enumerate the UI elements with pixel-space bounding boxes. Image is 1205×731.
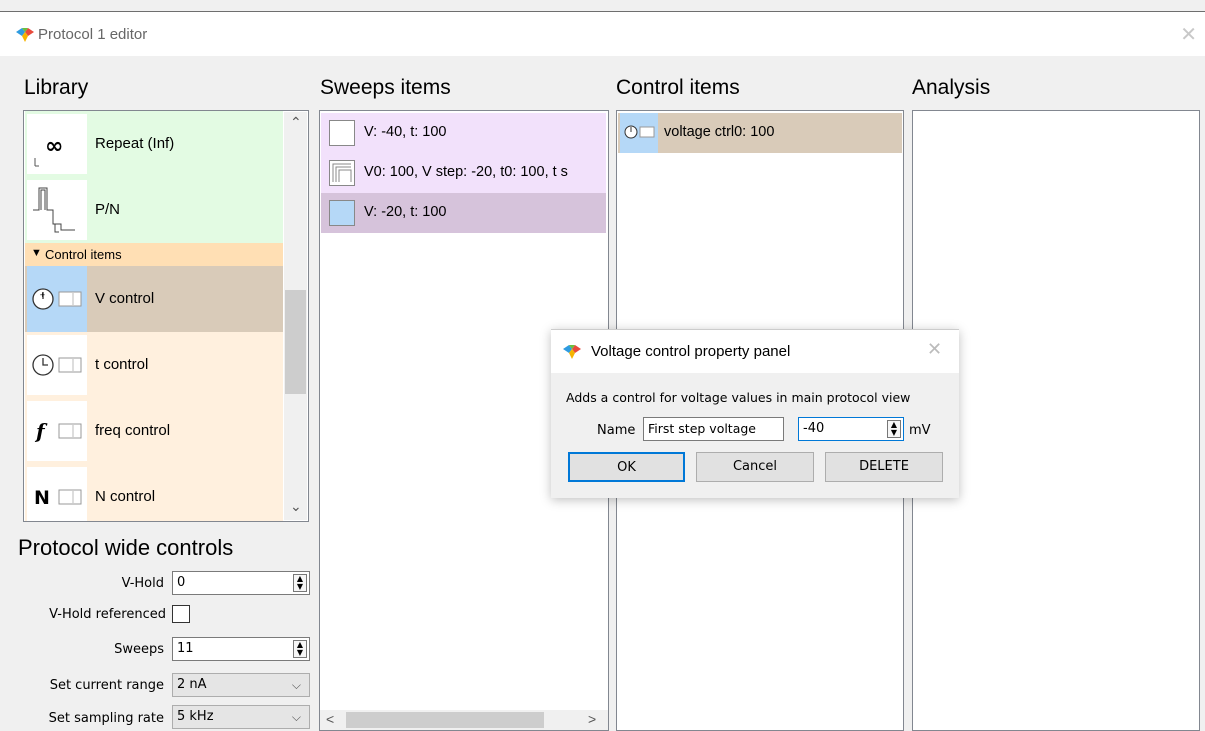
- chevron-down-icon: ⌵: [291, 710, 301, 724]
- close-icon[interactable]: ✕: [927, 339, 942, 360]
- voltage-control-property-dialog: Voltage control property panel ✕ Adds a …: [551, 329, 959, 498]
- library-control-label: t control: [95, 356, 149, 373]
- library-heading: Library: [24, 76, 89, 99]
- dialog-description: Adds a control for voltage values in mai…: [566, 390, 911, 405]
- library-control-t[interactable]: t control: [25, 332, 283, 398]
- svg-text:∞: ∞: [45, 134, 63, 159]
- library-control-n[interactable]: N N control: [25, 464, 283, 521]
- library-item-repeat[interactable]: ∞ Repeat (Inf): [25, 111, 283, 177]
- sweep-item[interactable]: V: -40, t: 100: [321, 113, 606, 153]
- sweeps-hscrollbar[interactable]: < >: [320, 710, 608, 730]
- cancel-button[interactable]: Cancel: [696, 452, 814, 482]
- protocol-wide-heading: Protocol wide controls: [18, 535, 234, 560]
- spin-arrows-icon[interactable]: ▲ ▼: [887, 420, 901, 438]
- voltage-gauge-icon: +: [27, 266, 87, 332]
- title-bar: Protocol 1 editor ✕: [0, 12, 1205, 56]
- app-logo-icon: [563, 345, 581, 364]
- scroll-right-icon[interactable]: >: [588, 711, 596, 727]
- sweeps-spinbox[interactable]: 11 ▲ ▼: [172, 637, 310, 661]
- library-item-label: Repeat (Inf): [95, 135, 175, 152]
- spin-arrows-icon[interactable]: ▲ ▼: [293, 640, 307, 658]
- vhold-value: 0: [177, 575, 186, 590]
- scroll-thumb[interactable]: [346, 712, 544, 728]
- sweep-item-selected[interactable]: V: -20, t: 100: [321, 193, 606, 233]
- control-items-group-header[interactable]: ▼ Control items: [25, 243, 283, 266]
- svg-text:N: N: [34, 487, 50, 509]
- vhold-referenced-checkbox[interactable]: [172, 605, 190, 623]
- unit-label: mV: [909, 423, 931, 438]
- dialog-title: Voltage control property panel: [591, 343, 791, 360]
- function-icon: f: [27, 401, 87, 461]
- voltage-value: -40: [803, 421, 825, 436]
- group-header-label: Control items: [45, 247, 122, 262]
- sweep-item[interactable]: V0: 100, V step: -20, t0: 100, t s: [321, 153, 606, 193]
- scroll-down-icon[interactable]: ⌄: [290, 498, 302, 515]
- name-value: First step voltage: [648, 421, 756, 436]
- triangle-down-icon: ▼: [31, 247, 42, 259]
- voltage-gauge-icon: [620, 113, 658, 153]
- window-title: Protocol 1 editor: [38, 26, 148, 43]
- analysis-heading: Analysis: [912, 76, 991, 99]
- vhold-spinbox[interactable]: 0 ▲ ▼: [172, 571, 310, 595]
- sampling-rate-label: Set sampling rate: [48, 711, 164, 726]
- multi-step-icon: [329, 160, 355, 186]
- library-scrollbar[interactable]: ⌃ ⌄: [284, 112, 307, 520]
- dialog-title-bar: Voltage control property panel ✕: [551, 330, 959, 373]
- library-item-pn[interactable]: P/N: [25, 177, 283, 243]
- scroll-left-icon[interactable]: <: [326, 711, 334, 727]
- current-range-value: 2 nA: [177, 677, 207, 692]
- ok-button[interactable]: OK: [568, 452, 685, 482]
- app-logo-icon: [16, 28, 34, 47]
- sweeps-value: 11: [177, 641, 194, 656]
- svg-text:+: +: [40, 291, 46, 299]
- current-range-label: Set current range: [49, 678, 164, 693]
- library-control-label: freq control: [95, 422, 171, 439]
- clock-icon: [27, 335, 87, 395]
- control-item[interactable]: voltage ctrl0: 100: [618, 113, 902, 153]
- protocol-editor-window: Protocol 1 editor ✕ Library Sweeps items…: [0, 0, 1205, 731]
- control-item-label: voltage ctrl0: 100: [664, 124, 775, 140]
- scroll-up-icon[interactable]: ⌃: [290, 114, 302, 131]
- chevron-down-icon: ⌵: [291, 678, 301, 692]
- spin-arrows-icon[interactable]: ▲ ▼: [293, 574, 307, 592]
- control-items-heading: Control items: [616, 76, 740, 99]
- library-panel[interactable]: ∞ Repeat (Inf) P/N ▼ Control items + V c…: [23, 110, 309, 522]
- step-icon: [329, 120, 355, 146]
- name-label: Name: [597, 423, 636, 438]
- sweep-item-label: V: -40, t: 100: [364, 124, 447, 140]
- voltage-value-spinbox[interactable]: -40 ▲ ▼: [798, 417, 904, 441]
- sweeps-label: Sweeps: [114, 642, 164, 657]
- sweep-item-label: V: -20, t: 100: [364, 204, 447, 220]
- library-control-label: V control: [95, 290, 155, 307]
- vhold-label: V-Hold: [121, 576, 164, 591]
- name-field[interactable]: First step voltage: [643, 417, 784, 441]
- step-icon: [329, 200, 355, 226]
- svg-text:f: f: [34, 419, 48, 443]
- scroll-thumb[interactable]: [285, 290, 306, 394]
- library-control-label: N control: [95, 488, 156, 505]
- delete-button[interactable]: DELETE: [825, 452, 943, 482]
- library-control-v[interactable]: + V control: [25, 266, 283, 332]
- sweeps-heading: Sweeps items: [320, 76, 451, 99]
- sampling-rate-value: 5 kHz: [177, 709, 214, 724]
- infinity-icon: ∞: [27, 114, 87, 174]
- library-control-freq[interactable]: f freq control: [25, 398, 283, 464]
- vhold-referenced-label: V-Hold referenced: [49, 607, 166, 622]
- n-letter-icon: N: [27, 467, 87, 521]
- sampling-rate-select[interactable]: 5 kHz ⌵: [172, 705, 310, 729]
- library-item-label: P/N: [95, 201, 121, 218]
- current-range-select[interactable]: 2 nA ⌵: [172, 673, 310, 697]
- close-icon[interactable]: ✕: [1180, 22, 1197, 47]
- sweep-item-label: V0: 100, V step: -20, t0: 100, t s: [364, 164, 568, 180]
- pn-waveform-icon: [27, 180, 87, 240]
